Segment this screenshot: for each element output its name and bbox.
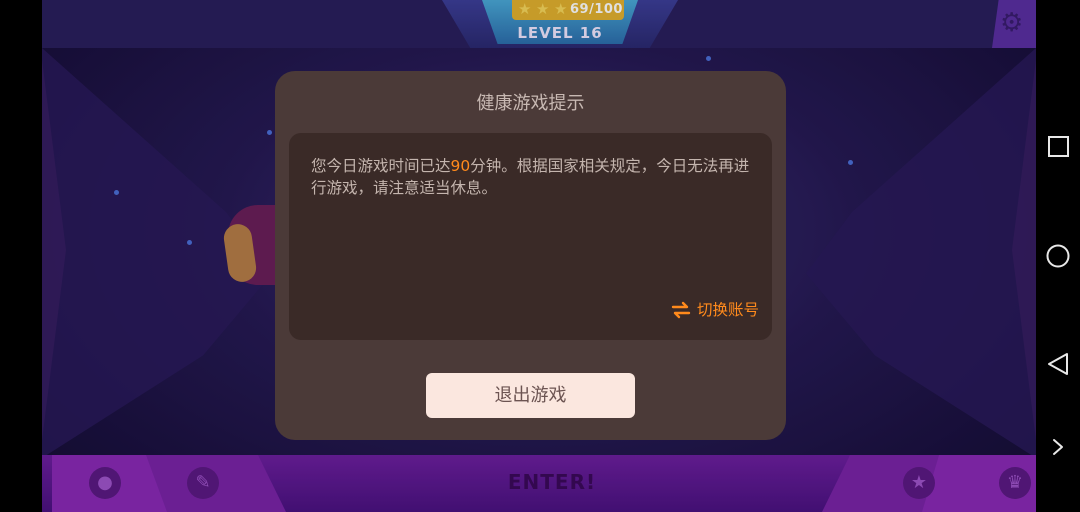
back-triangle-icon[interactable]: [1036, 351, 1080, 377]
home-circle-icon[interactable]: [1036, 243, 1080, 269]
message-box: 您今日游戏时间已达90分钟。根据国家相关规定，今日无法再进行游戏，请注意适当休息…: [289, 133, 772, 340]
exit-game-button[interactable]: 退出游戏: [426, 373, 635, 418]
swap-icon: [671, 301, 691, 319]
system-navbar: [1036, 0, 1080, 512]
expand-chevron-icon[interactable]: [1036, 436, 1080, 458]
health-reminder-dialog: 健康游戏提示 您今日游戏时间已达90分钟。根据国家相关规定，今日无法再进行游戏，…: [275, 71, 786, 440]
switch-account-label: 切换账号: [697, 301, 760, 319]
left-black-bar: [0, 0, 42, 512]
message-part1: 您今日游戏时间已达: [311, 157, 451, 175]
message-minutes: 90: [450, 157, 471, 175]
recents-square-icon[interactable]: [1036, 134, 1080, 160]
dialog-title: 健康游戏提示: [476, 93, 585, 114]
message-text: 您今日游戏时间已达90分钟。根据国家相关规定，今日无法再进行游戏，请注意适当休息…: [311, 155, 756, 199]
